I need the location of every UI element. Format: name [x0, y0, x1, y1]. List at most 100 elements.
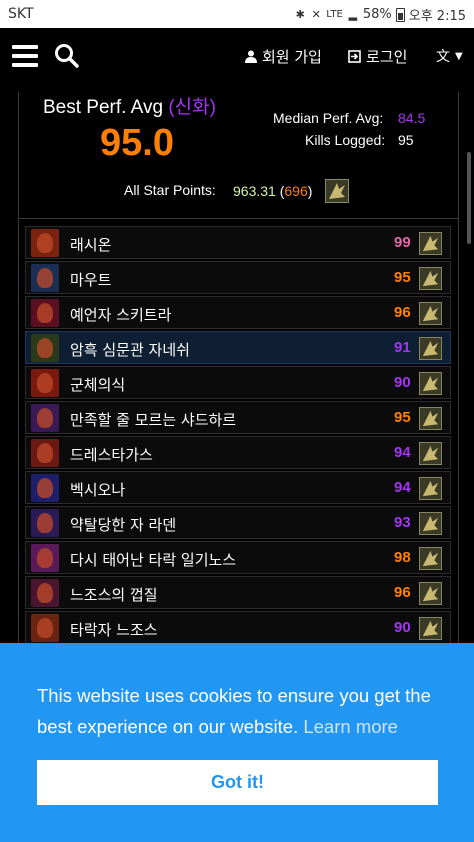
- boss-name: 드레스타가스: [70, 446, 153, 464]
- battery-icon: [395, 7, 405, 22]
- boss-portrait-icon: [31, 264, 59, 292]
- boss-name: 타락자 느조스: [70, 621, 158, 639]
- boss-score: 95: [394, 409, 411, 426]
- section-divider: [18, 218, 459, 219]
- spec-icon[interactable]: [325, 179, 349, 203]
- battery-percent: 58%: [362, 7, 392, 22]
- boss-row[interactable]: 마우트 95: [25, 261, 451, 294]
- boss-row[interactable]: 만족할 줄 모르는 샤드하르 95: [25, 401, 451, 434]
- login-icon: [348, 50, 361, 63]
- bluetooth-icon: ✱: [295, 7, 305, 21]
- best-perf-heading: Best Perf. Avg (신화): [43, 97, 216, 118]
- spec-icon[interactable]: [419, 547, 442, 570]
- spec-icon[interactable]: [419, 582, 442, 605]
- signal-icon: ▂: [348, 7, 358, 21]
- boss-score: 94: [394, 479, 411, 496]
- boss-score: 95: [394, 269, 411, 286]
- language-selector[interactable]: 文 ▼: [436, 46, 463, 66]
- boss-score: 90: [394, 619, 411, 636]
- boss-score: 94: [394, 444, 411, 461]
- search-icon[interactable]: [54, 43, 80, 69]
- boss-portrait-icon: [31, 474, 59, 502]
- median-perf-value: 84.5: [398, 110, 426, 126]
- spec-icon[interactable]: [419, 442, 442, 465]
- boss-score: 90: [394, 374, 411, 391]
- boss-name: 암흑 심문관 자네쉬: [70, 341, 190, 359]
- got-it-button[interactable]: Got it!: [37, 760, 438, 805]
- boss-name: 벡시오나: [70, 481, 126, 499]
- carrier-label: SKT: [8, 6, 34, 22]
- boss-score: 96: [394, 304, 411, 321]
- clock: 오후 2:15: [408, 9, 466, 24]
- boss-row[interactable]: 래시온 99: [25, 226, 451, 259]
- status-bar: SKT ✱ ✕ LTE ▂ 58% 오후 2:15: [0, 0, 474, 28]
- cookie-message: This website uses cookies to ensure you …: [37, 685, 431, 737]
- signup-label: 회원 가입: [262, 48, 322, 66]
- kills-logged-value: 95: [398, 132, 414, 148]
- spec-icon[interactable]: [419, 407, 442, 430]
- boss-portrait-icon: [31, 404, 59, 432]
- hamburger-icon[interactable]: [12, 45, 38, 67]
- chevron-down-icon: ▼: [455, 50, 463, 62]
- boss-name: 래시온: [70, 236, 112, 254]
- boss-score: 99: [394, 234, 411, 251]
- boss-name: 마우트: [70, 271, 112, 289]
- spec-icon[interactable]: [419, 232, 442, 255]
- all-star-label: All Star Points:: [124, 182, 216, 198]
- boss-name: 예언자 스키트라: [70, 306, 172, 324]
- network-label: LTE: [326, 9, 343, 20]
- spec-icon[interactable]: [419, 337, 442, 360]
- boss-score: 96: [394, 584, 411, 601]
- spec-icon[interactable]: [419, 512, 442, 535]
- boss-score: 93: [394, 514, 411, 531]
- all-star-value: 963.31 (696): [233, 183, 313, 199]
- boss-portrait-icon: [31, 299, 59, 327]
- top-navbar: 회원 가입 로그인 文 ▼: [0, 28, 474, 84]
- boss-portrait-icon: [31, 229, 59, 257]
- difficulty-label: (신화): [168, 97, 216, 118]
- login-link[interactable]: 로그인: [348, 46, 407, 67]
- boss-portrait-icon: [31, 579, 59, 607]
- spec-icon[interactable]: [419, 477, 442, 500]
- boss-name: 약탈당한 자 라덴: [70, 516, 177, 534]
- status-icons: ✱ ✕ LTE ▂ 58% 오후 2:15: [294, 5, 466, 24]
- spec-icon[interactable]: [419, 617, 442, 640]
- kills-logged-label: Kills Logged:: [305, 132, 386, 148]
- signup-link[interactable]: 회원 가입: [245, 46, 322, 67]
- spec-icon[interactable]: [419, 372, 442, 395]
- boss-row[interactable]: 드레스타가스 94: [25, 436, 451, 469]
- all-star-rank: 696: [284, 183, 308, 199]
- boss-name: 다시 태어난 타락 일기노스: [70, 551, 237, 569]
- boss-row[interactable]: 다시 태어난 타락 일기노스 98: [25, 541, 451, 574]
- boss-row[interactable]: 군체의식 90: [25, 366, 451, 399]
- spec-icon[interactable]: [419, 302, 442, 325]
- boss-portrait-icon: [31, 334, 59, 362]
- boss-score: 98: [394, 549, 411, 566]
- boss-portrait-icon: [31, 544, 59, 572]
- translate-icon: 文: [436, 49, 450, 65]
- boss-list: 래시온 99 마우트 95 예언자 스키트라 96 암흑 심문관 자네쉬 91 군체의식 90 만족…: [25, 226, 451, 646]
- boss-row[interactable]: 예언자 스키트라 96: [25, 296, 451, 329]
- boss-score: 91: [394, 339, 411, 356]
- boss-portrait-icon: [31, 614, 59, 642]
- boss-name: 느조스의 껍질: [70, 586, 158, 604]
- learn-more-link[interactable]: Learn more: [303, 716, 398, 737]
- boss-portrait-icon: [31, 369, 59, 397]
- boss-row[interactable]: 벡시오나 94: [25, 471, 451, 504]
- boss-name: 만족할 줄 모르는 샤드하르: [70, 411, 237, 429]
- boss-row[interactable]: 느조스의 껍질 96: [25, 576, 451, 609]
- spec-icon[interactable]: [419, 267, 442, 290]
- boss-row[interactable]: 암흑 심문관 자네쉬 91: [25, 331, 451, 364]
- login-label: 로그인: [366, 48, 408, 66]
- user-icon: [245, 50, 257, 63]
- boss-name: 군체의식: [70, 376, 126, 394]
- boss-row[interactable]: 타락자 느조스 90: [25, 611, 451, 644]
- mute-icon: ✕: [311, 7, 321, 21]
- boss-row[interactable]: 약탈당한 자 라덴 93: [25, 506, 451, 539]
- boss-portrait-icon: [31, 439, 59, 467]
- best-perf-value: 95.0: [100, 122, 174, 164]
- scrollbar-thumb[interactable]: [467, 152, 471, 244]
- all-star-points: 963.31: [233, 183, 276, 199]
- boss-portrait-icon: [31, 509, 59, 537]
- cookie-banner: [0, 643, 474, 842]
